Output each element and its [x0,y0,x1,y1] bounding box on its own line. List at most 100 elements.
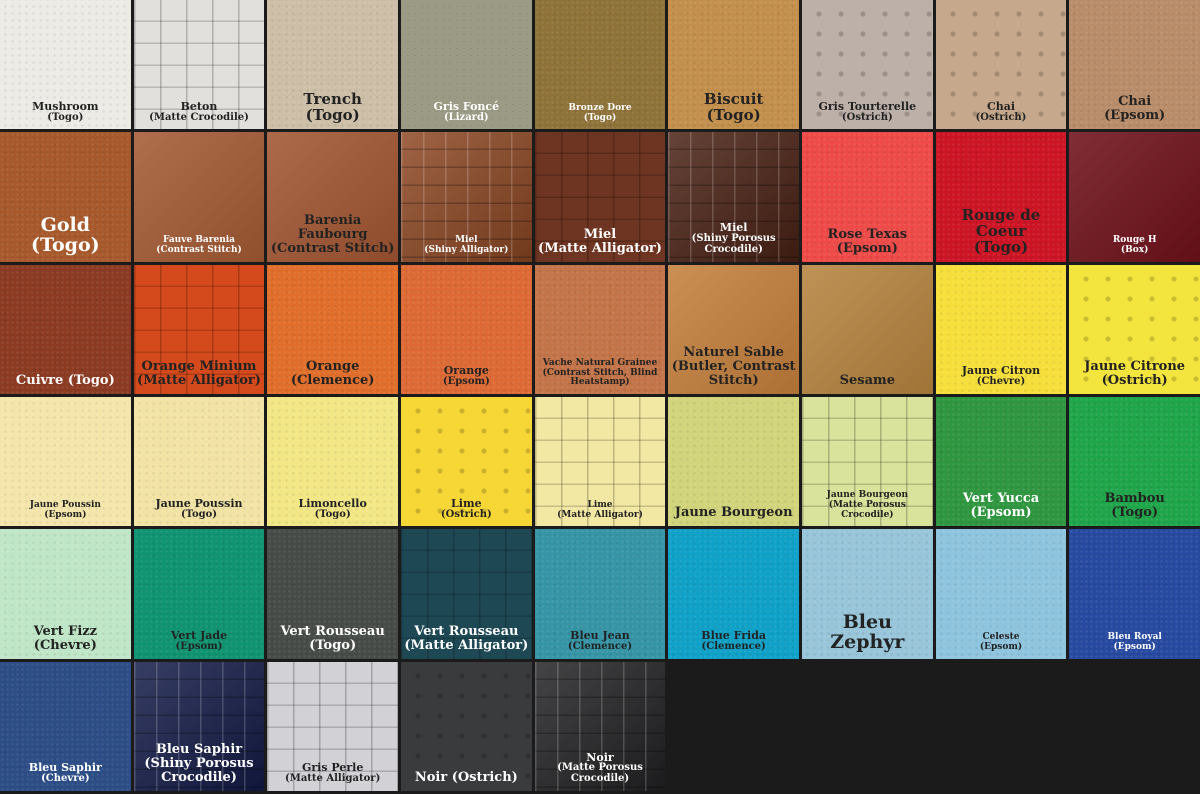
swatch-tile: Fauve Barenia (Contrast Stitch) [133,132,265,262]
swatch-material: (Chevre) [976,376,1026,388]
swatch-tile: Vert Rousseau (Togo) [267,529,398,659]
swatch-name: Jaune Citrone [1084,358,1186,374]
swatch-material: (Togo) [305,106,360,125]
swatch-label: Noir (Matte Porosus Crocodile) [537,751,664,785]
swatch-material: (Chevre) [33,637,97,653]
swatch-label: Biscuit (Togo) [703,89,764,124]
swatch-material: (Epsom) [44,509,87,520]
swatch-tile: Vert Rousseau (Matte Alligator) [401,529,532,659]
swatch-tile: Mushroom (Togo) [0,0,131,130]
swatch-tile: Jaune Citron (Chevre) [935,264,1067,394]
swatch-label: Bambou (Togo) [1104,492,1164,520]
swatch-material: (Matte Crocodile) [149,111,249,123]
swatch-material: (Contrast Stitch, Blind Heatstamp) [542,367,658,388]
swatch-label: Vert Rousseau (Togo) [280,623,385,653]
swatch-tile: Orange (Epsom) [401,264,532,394]
swatch-material: (Togo) [1111,505,1159,521]
swatch-tile: Cuivre (Togo) [0,264,131,394]
swatch-material: (Matte Alligator) [285,773,381,785]
swatch-name: Chai [986,99,1016,113]
swatch-tile: Limoncello (Togo) [267,396,398,527]
swatch-label: Naturel Sable (Butler, Contrast Stitch) [670,345,797,388]
swatch-label: Noir (Ostrich) [415,770,518,785]
swatch-material: (Ostrich) [975,111,1027,123]
swatch-name: Miel [583,226,617,242]
swatch-material: (Shiny Porosus Crocodile) [144,755,254,785]
swatch-name: Biscuit [703,89,764,108]
swatch-tile: Bleu Jean (Clemence) [534,529,666,659]
swatch-tile: Rose Texas (Epsom) [802,132,933,262]
swatch-material: (Epsom) [970,505,1032,521]
swatch-label: Celeste (Epsom) [979,632,1023,652]
swatch-label: Bleu Jean (Clemence) [568,630,632,653]
swatch-label: Gris Foncé (Lizard) [434,100,500,124]
swatch-material: (Lizard) [443,111,489,123]
swatch-name: Bleu Zephyr [830,610,905,654]
swatch-tile: Noir (Ostrich) [401,661,532,791]
swatch-name: Jaune Bourgeon [674,505,793,521]
swatch-material: (Matte Alligator) [538,240,662,256]
swatch-material: (Epsom) [442,376,490,388]
swatch-label: Miel (Shiny Porosus Crocodile) [670,222,797,255]
swatch-name: Vert Rousseau [280,623,385,639]
swatch-tile: Celeste (Epsom) [935,529,1067,659]
swatch-label: Rose Texas (Epsom) [828,227,908,256]
swatch-label: Sesame [840,373,895,388]
swatch-label: Vert Jade (Epsom) [171,630,227,653]
swatch-name: Orange Minium [141,358,257,374]
swatch-material: (Togo) [314,508,351,520]
swatch-label: Chai (Ostrich) [975,99,1027,124]
swatch-label: Lime (Ostrich) [441,496,492,521]
swatch-tile: Bleu Zephyr [802,529,933,659]
swatch-tile: Vache Natural Grainee (Contrast Stitch, B… [534,264,666,394]
swatch-name: Lime [451,496,482,510]
swatch-tile: Vert Yucca (Epsom) [935,396,1067,527]
swatch-material: (Ostrich) [841,111,893,123]
swatch-material: (Epsom) [979,641,1023,652]
swatch-name: Jaune Poussin [155,496,243,510]
swatch-tile: Barenia Faubourg (Contrast Stitch) [267,132,398,262]
swatch-tile: Gris Tourterelle (Ostrich) [802,0,933,130]
swatch-material: (Contrast Stitch) [270,240,395,256]
swatch-material: (Matte Alligator) [137,372,261,388]
swatch-name: Limoncello [298,496,367,510]
swatch-label: Bleu Saphir (Shiny Porosus Crocodile) [136,742,263,785]
swatch-name: Orange [305,358,360,374]
swatch-tile: Miel (Shiny Porosus Crocodile) [668,132,799,262]
swatch-material: (Shiny Alligator) [424,244,509,255]
swatch-label: Trench (Togo) [303,91,361,125]
swatch-label: Jaune Citrone (Ostrich) [1084,358,1186,388]
swatch-tile: Jaune Poussin (Epsom) [0,396,131,527]
swatch-tile: Jaune Citrone (Ostrich) [1069,264,1200,394]
swatch-tile: Gris Foncé (Lizard) [401,0,532,130]
swatch-label: Jaune Bourgeon [675,506,793,520]
swatch-label: Orange (Clemence) [290,358,375,388]
swatch-tile: Rouge H (Box) [1069,132,1200,262]
swatch-tile: Lime (Matte Alligator) [534,396,666,527]
swatch-material: (Chevre) [41,773,90,785]
swatch-label: Vache Natural Grainee (Contrast Stitch, B… [537,358,664,388]
swatch-tile: Beton (Matte Crocodile) [133,0,265,130]
empty-cell [1069,661,1200,791]
swatch-name: Chai [1118,94,1152,110]
swatch-tile: Lime (Ostrich) [401,396,532,527]
swatch-tile: Blue Frida (Clemence) [668,529,799,659]
swatch-name: Rouge de Coeur [961,206,1041,241]
swatch-tile: Bambou (Togo) [1069,396,1200,527]
swatch-name: Vert Rousseau [414,623,519,639]
swatch-label: Bronze Dore (Togo) [568,103,631,123]
swatch-material: (Togo) [31,234,100,257]
swatch-tile: Orange (Clemence) [267,264,398,394]
swatch-name: Vert Yucca [962,491,1040,507]
swatch-label: Beton (Matte Crocodile) [149,100,249,124]
swatch-tile: Gris Perle (Matte Alligator) [267,661,398,791]
swatch-label: Jaune Poussin (Togo) [155,496,243,521]
swatch-label: Lime (Matte Alligator) [557,500,643,520]
swatch-tile: Naturel Sable (Butler, Contrast Stitch) [668,264,799,394]
swatch-label: Jaune Bourgeon (Matte Porosus Crocodile) [804,490,931,520]
swatch-label: Rouge de Coeur (Togo) [938,207,1065,256]
swatch-material: (Clemence) [290,372,375,388]
swatch-label: Chai (Epsom) [1104,95,1165,123]
swatch-material: (Contrast Stitch) [156,244,242,255]
swatch-tile: Biscuit (Togo) [668,0,799,130]
